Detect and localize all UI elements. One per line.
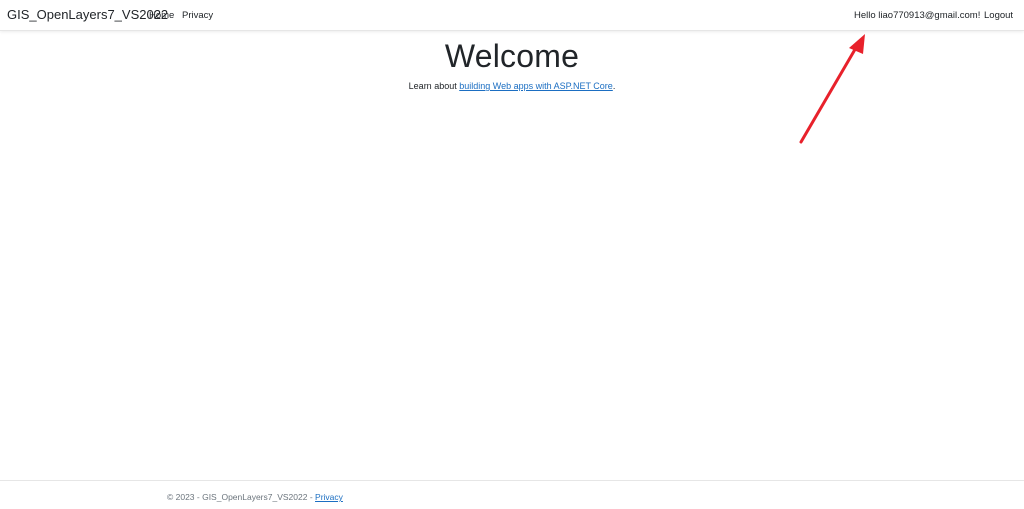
lead-prefix: Learn about	[408, 81, 460, 91]
arrow-shaft	[799, 44, 859, 144]
brand-link[interactable]: GIS_OpenLayers7_VS2022	[7, 7, 168, 22]
lead-suffix: .	[612, 81, 616, 91]
footer: © 2023 - GIS_OpenLayers7_VS2022 - Privac…	[0, 480, 1024, 509]
arrow-head	[849, 34, 865, 54]
footer-text: © 2023 - GIS_OpenLayers7_VS2022 - Privac…	[167, 492, 343, 502]
footer-privacy-link[interactable]: Privacy	[315, 492, 343, 502]
user-greeting-link[interactable]: Hello liao770913@gmail.com!	[854, 10, 980, 21]
aspnet-docs-link[interactable]: building Web apps with ASP.NET Core	[459, 81, 613, 91]
arrow-icon	[799, 34, 865, 144]
top-navbar: GIS_OpenLayers7_VS2022 Home Privacy Hell…	[0, 0, 1024, 31]
nav-home-link[interactable]: Home	[149, 10, 174, 21]
nav-privacy-link[interactable]: Privacy	[182, 10, 213, 21]
copyright-text: © 2023 - GIS_OpenLayers7_VS2022 -	[167, 492, 316, 502]
logout-button[interactable]: Logout	[984, 10, 1013, 21]
